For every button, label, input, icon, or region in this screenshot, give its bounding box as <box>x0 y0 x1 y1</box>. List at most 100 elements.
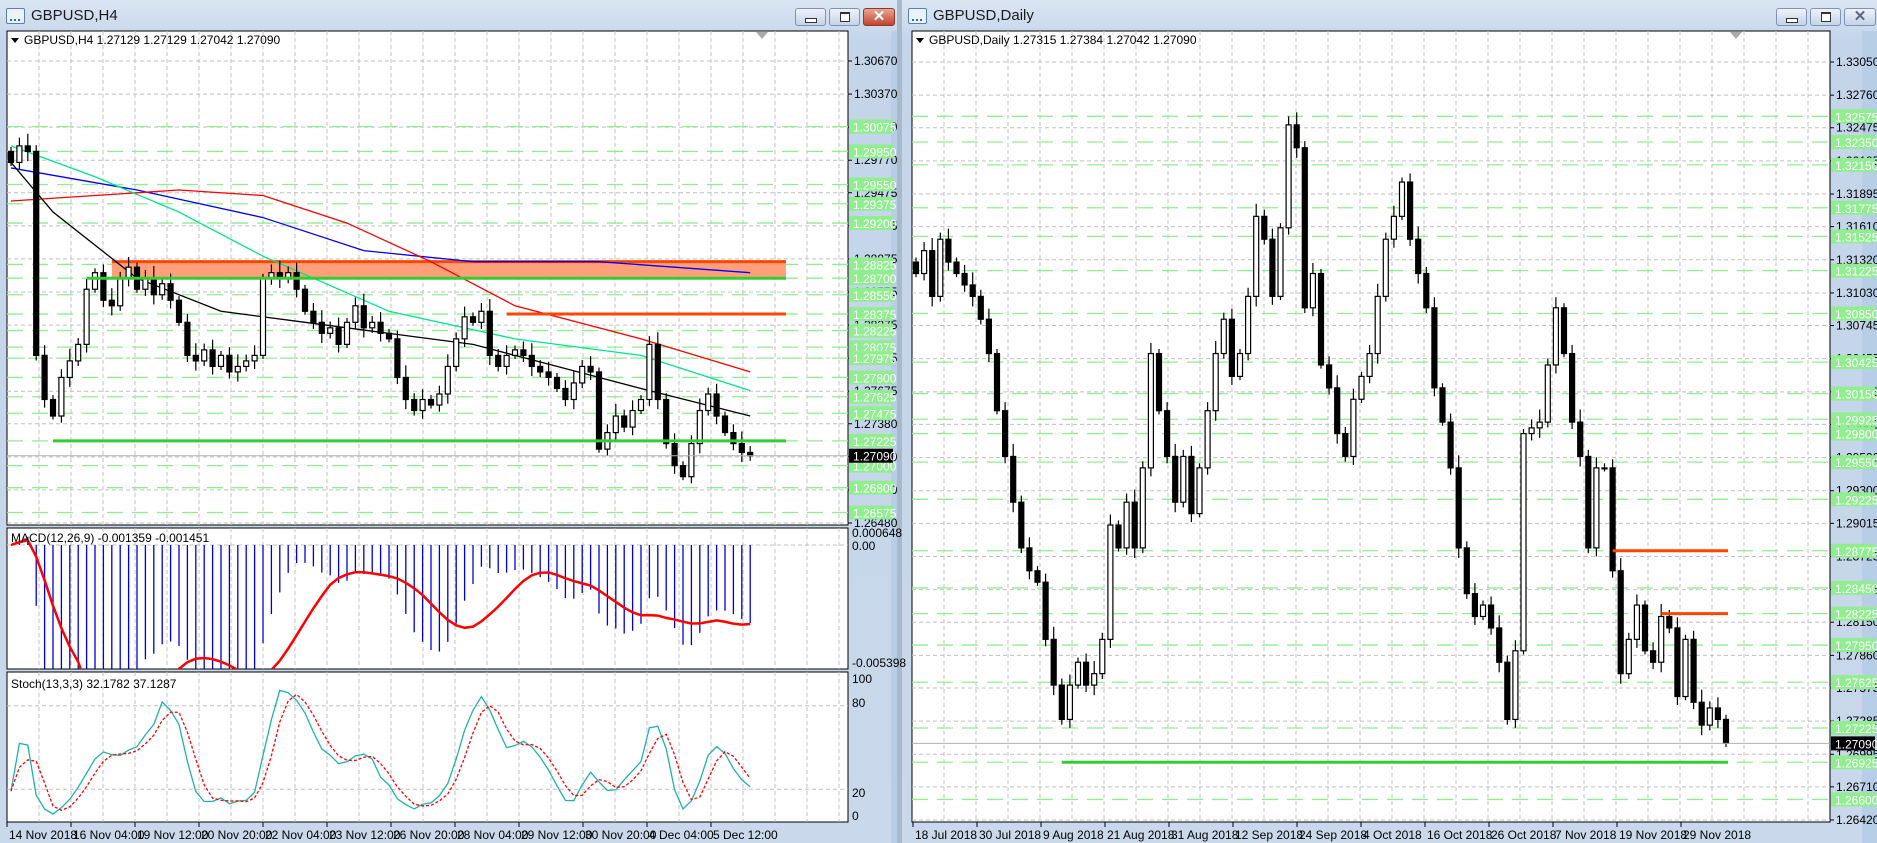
candle[interactable] <box>1236 348 1244 381</box>
level-price-label: 1.30850 <box>1835 308 1877 322</box>
bull-candle-body <box>1123 501 1130 549</box>
candle[interactable] <box>1018 495 1025 554</box>
candle[interactable] <box>1512 640 1519 728</box>
bear-candle-body <box>469 316 477 323</box>
candle[interactable] <box>1285 116 1292 235</box>
candle[interactable] <box>1358 371 1365 403</box>
candle[interactable] <box>1423 266 1430 314</box>
candle[interactable] <box>1204 402 1211 475</box>
candle[interactable] <box>1690 630 1697 710</box>
bull-candle-body <box>1374 295 1381 355</box>
candle[interactable] <box>394 330 401 385</box>
time-axis-label: 22 Nov 04:00 <box>265 828 337 842</box>
bull-candle-body <box>1633 604 1641 640</box>
candle[interactable] <box>1406 173 1414 247</box>
candle[interactable] <box>1398 177 1406 221</box>
candle[interactable] <box>1180 449 1187 508</box>
price-chart-area[interactable] <box>911 30 1831 823</box>
candle[interactable] <box>1504 655 1511 725</box>
candle[interactable] <box>1560 303 1568 358</box>
candle[interactable] <box>1625 632 1632 679</box>
candle[interactable] <box>1253 203 1260 307</box>
candle[interactable] <box>1001 402 1009 464</box>
candle[interactable] <box>301 284 309 315</box>
stochastic-panel[interactable] <box>6 671 849 823</box>
candle[interactable] <box>1455 455 1462 558</box>
candle[interactable] <box>646 336 653 407</box>
bull-candle-body <box>234 365 241 373</box>
candle[interactable] <box>58 369 65 423</box>
bear-candle-body <box>1001 410 1009 458</box>
bear-candle-body <box>377 321 384 334</box>
candle[interactable] <box>1163 402 1171 464</box>
bear-candle-body <box>1496 627 1503 663</box>
candle[interactable] <box>1228 308 1236 385</box>
bull-candle-body <box>1706 707 1713 726</box>
candle[interactable] <box>1042 573 1049 647</box>
bear-candle-body <box>1431 307 1438 389</box>
candle[interactable] <box>1317 268 1325 369</box>
candle[interactable] <box>1123 493 1130 555</box>
candle[interactable] <box>259 273 267 359</box>
candle[interactable] <box>1301 141 1308 314</box>
candle[interactable] <box>1722 714 1730 748</box>
candle[interactable] <box>1244 287 1252 361</box>
candle[interactable] <box>1593 457 1600 557</box>
candle[interactable] <box>1674 617 1681 705</box>
bear-candle-body <box>545 371 552 379</box>
bear-candle-body <box>929 250 936 297</box>
candle[interactable] <box>1220 312 1227 359</box>
candle[interactable] <box>1585 449 1592 554</box>
candle[interactable] <box>1544 358 1551 428</box>
bull-candle-body <box>1212 352 1219 412</box>
candle[interactable] <box>1568 344 1576 429</box>
level-price-label: 1.29225 <box>1835 493 1877 507</box>
price-axis-label: 1.32760 <box>1836 88 1877 102</box>
bear-candle-body <box>679 465 687 478</box>
candle[interactable] <box>654 332 661 410</box>
candle[interactable] <box>1074 657 1082 689</box>
candle[interactable] <box>1463 541 1470 599</box>
candle[interactable] <box>1058 678 1065 725</box>
candle[interactable] <box>1520 428 1527 655</box>
bull-candle-body <box>352 305 359 323</box>
candle[interactable] <box>175 295 183 326</box>
bull-candle-body <box>1625 638 1632 675</box>
candle[interactable] <box>1155 348 1163 415</box>
candle[interactable] <box>1147 342 1155 477</box>
candle[interactable] <box>1439 383 1446 426</box>
candle[interactable] <box>1382 232 1389 302</box>
candle[interactable] <box>1552 297 1560 374</box>
candle[interactable] <box>1196 463 1203 518</box>
candle[interactable] <box>1431 297 1438 397</box>
level-price-label: 1.27475 <box>853 407 897 421</box>
candle[interactable] <box>343 317 351 348</box>
bull-candle-body <box>503 354 510 368</box>
candle[interactable] <box>453 332 460 372</box>
candle[interactable] <box>1609 459 1616 578</box>
charts-canvas[interactable]: 1.306701.303701.300701.297701.294751.291… <box>0 0 1877 843</box>
candle[interactable] <box>1682 634 1689 701</box>
candle[interactable] <box>993 348 1001 415</box>
bull-candle-body <box>1099 638 1106 675</box>
bear-candle-body <box>1293 124 1300 149</box>
candle[interactable] <box>1188 445 1195 523</box>
resistance-zone[interactable] <box>111 261 787 279</box>
bear-candle-body <box>721 415 729 434</box>
candle[interactable] <box>1115 520 1122 552</box>
candle[interactable] <box>1107 514 1114 648</box>
candle[interactable] <box>33 145 40 361</box>
candle[interactable] <box>1447 413 1454 475</box>
candle[interactable] <box>1641 600 1649 655</box>
bear-candle-body <box>1698 701 1705 726</box>
level-price-label: 1.30425 <box>1835 356 1877 370</box>
candle[interactable] <box>937 232 944 302</box>
candle[interactable] <box>1269 228 1276 305</box>
bear-candle-body <box>192 354 199 362</box>
candle[interactable] <box>1350 388 1357 465</box>
candle[interactable] <box>1617 558 1624 684</box>
candle[interactable] <box>1099 632 1106 679</box>
candle[interactable] <box>1277 223 1284 301</box>
candle[interactable] <box>1139 461 1146 554</box>
candle[interactable] <box>83 279 90 353</box>
